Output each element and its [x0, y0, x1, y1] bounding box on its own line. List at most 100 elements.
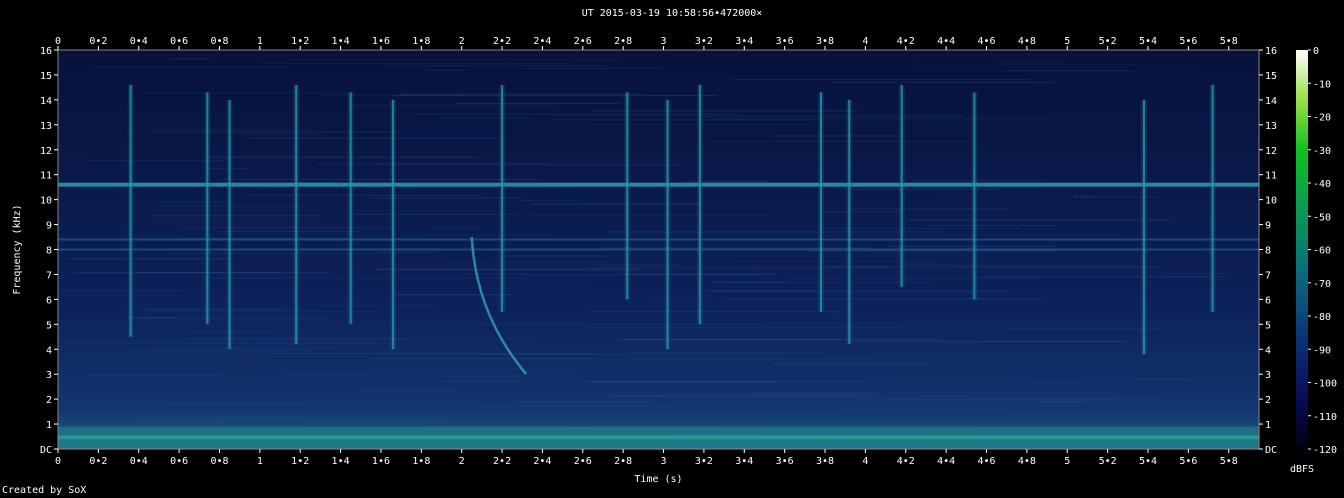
- noise-streak: [373, 369, 573, 371]
- noise-streak: [146, 311, 377, 313]
- y-tick-label-right: 12: [1265, 146, 1277, 157]
- impulse-glow: [624, 92, 631, 300]
- noise-streak: [429, 234, 554, 236]
- noise-streak: [206, 156, 295, 158]
- noise-streak: [829, 266, 1160, 268]
- colorbar-tick-label: -40: [1313, 179, 1331, 190]
- noise-streak: [378, 251, 434, 253]
- y-tick-label-right: 14: [1265, 96, 1277, 107]
- x-tick-label-top: 1•8: [412, 36, 430, 47]
- y-tick-label-left: 6: [46, 295, 52, 306]
- colorbar-tick-label: -10: [1313, 79, 1331, 90]
- noise-streak: [745, 393, 876, 395]
- x-tick-label-bottom: 0•4: [130, 456, 148, 467]
- noise-streak: [921, 395, 966, 397]
- noise-streak: [242, 133, 324, 135]
- y-tick-label-left: 14: [40, 96, 52, 107]
- x-tick-label-top: 1: [257, 36, 263, 47]
- noise-streak: [826, 227, 1022, 229]
- x-tick-label-bottom: 0•6: [170, 456, 188, 467]
- colorbar-tick-label: -20: [1313, 113, 1331, 124]
- x-tick-label-bottom: 1•2: [291, 456, 309, 467]
- noise-streak: [290, 156, 479, 158]
- noise-streak: [142, 92, 353, 94]
- y-tick-label-right: 2: [1265, 395, 1271, 406]
- noise-streak: [552, 119, 816, 121]
- noise-streak: [885, 399, 1164, 401]
- impulse-glow: [696, 84, 703, 325]
- x-tick-label-top: 1•6: [372, 36, 390, 47]
- x-tick-label-bottom: 3: [661, 456, 667, 467]
- noise-streak: [370, 358, 695, 360]
- credit-text: Created by SoX: [2, 485, 87, 496]
- y-tick-label-left: 15: [40, 71, 52, 82]
- noise-streak: [125, 350, 311, 352]
- noise-streak: [586, 266, 889, 268]
- noise-streak: [847, 208, 1009, 210]
- noise-streak: [663, 358, 874, 360]
- noise-streak: [935, 410, 1040, 412]
- tone-line: [58, 248, 1259, 251]
- x-tick-label-top: 1•4: [332, 36, 350, 47]
- x-tick-label-top: 5•2: [1099, 36, 1117, 47]
- noise-streak: [590, 327, 903, 329]
- x-tick-label-top: 4•6: [977, 36, 995, 47]
- noise-streak: [953, 266, 1160, 268]
- y-tick-label-left: 16: [40, 46, 52, 57]
- impulse-glow: [971, 92, 978, 300]
- noise-streak: [151, 131, 400, 133]
- x-tick-label-bottom: 1•6: [372, 456, 390, 467]
- noise-streak: [524, 67, 662, 69]
- colorbar-tick-label: -50: [1313, 212, 1331, 223]
- noise-streak: [222, 416, 306, 418]
- y-tick-label-left: 1: [46, 420, 52, 431]
- impulse-glow: [204, 92, 211, 325]
- x-tick-label-bottom: 5: [1064, 456, 1070, 467]
- x-tick-label-bottom: 1•4: [332, 456, 350, 467]
- noise-streak: [127, 317, 177, 319]
- y-tick-label-left: 3: [46, 370, 52, 381]
- x-tick-label-bottom: 3•8: [816, 456, 834, 467]
- noise-streak: [601, 247, 870, 249]
- noise-streak: [220, 178, 540, 180]
- noise-streak: [926, 224, 1056, 226]
- y-tick-label-right: 16: [1265, 46, 1277, 57]
- impulse-glow: [347, 92, 354, 325]
- noise-streak: [806, 250, 1057, 252]
- noise-streak: [439, 117, 533, 119]
- spectrogram-chart: 000•20•20•40•40•60•60•80•8111•21•21•41•4…: [12, 36, 1337, 485]
- noise-streak: [696, 290, 818, 292]
- x-tick-label-bottom: 4: [862, 456, 868, 467]
- impulse-glow: [293, 84, 300, 345]
- noise-streak: [867, 343, 979, 345]
- noise-streak: [396, 294, 512, 296]
- x-tick-label-bottom: 2•4: [533, 456, 551, 467]
- x-tick-label-top: 5: [1064, 36, 1070, 47]
- x-tick-label-top: 0: [55, 36, 61, 47]
- noise-streak: [906, 263, 1022, 265]
- y-tick-label-left: 10: [40, 196, 52, 207]
- x-tick-label-top: 2: [459, 36, 465, 47]
- noise-streak: [245, 194, 482, 196]
- impulse-glow: [226, 99, 233, 350]
- noise-streak: [494, 255, 610, 257]
- noise-streak: [701, 115, 966, 117]
- noise-streak: [79, 187, 122, 189]
- noise-streak: [482, 406, 672, 408]
- x-tick-label-bottom: 3•6: [776, 456, 794, 467]
- x-tick-label-top: 3: [661, 36, 667, 47]
- y-tick-label-left: 9: [46, 221, 52, 232]
- noise-streak: [773, 135, 898, 137]
- noise-streak: [682, 180, 770, 182]
- x-tick-label-top: 2•8: [614, 36, 632, 47]
- x-tick-label-top: 5•6: [1179, 36, 1197, 47]
- impulse-glow: [127, 84, 134, 337]
- colorbar-tick-label: -110: [1313, 412, 1337, 423]
- noise-streak: [1165, 273, 1228, 275]
- noise-streak: [860, 398, 1119, 400]
- x-tick-label-bottom: 2•6: [574, 456, 592, 467]
- noise-streak: [384, 65, 608, 67]
- x-tick-label-top: 5•8: [1220, 36, 1238, 47]
- colorbar-tick-label: -90: [1313, 345, 1331, 356]
- noise-streak: [1002, 70, 1134, 72]
